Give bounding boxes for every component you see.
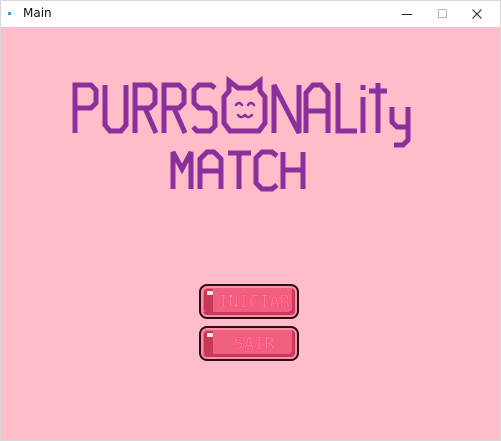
- app-icon: [8, 12, 11, 15]
- app-window: Main INICIAR SAIR: [0, 0, 501, 441]
- game-canvas: INICIAR SAIR: [1, 27, 500, 440]
- start-button-label: INICIAR: [218, 292, 291, 313]
- button-highlight: [207, 333, 213, 337]
- exit-button-label: SAIR: [233, 334, 275, 355]
- minimize-icon: [402, 14, 412, 15]
- game-title-logo: [72, 75, 411, 192]
- maximize-icon: [438, 9, 447, 18]
- exit-button[interactable]: SAIR: [199, 326, 299, 361]
- title-bar[interactable]: Main: [1, 1, 500, 27]
- close-button[interactable]: [454, 1, 500, 27]
- window-title: Main: [23, 6, 52, 20]
- start-button[interactable]: INICIAR: [199, 284, 299, 319]
- close-icon: [472, 9, 482, 19]
- button-highlight: [207, 291, 213, 295]
